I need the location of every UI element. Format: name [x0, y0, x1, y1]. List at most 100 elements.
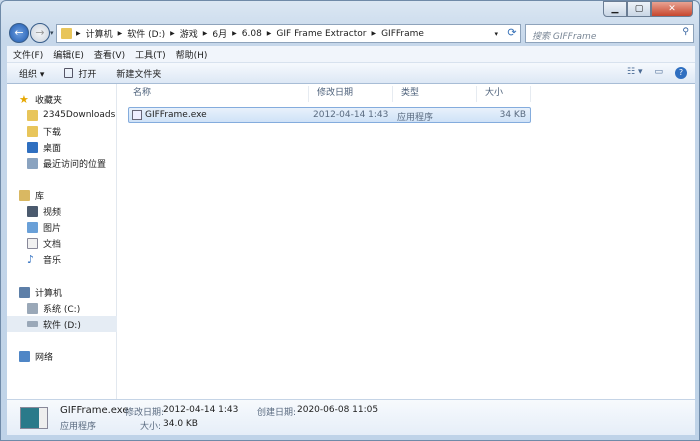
file-date: 2012-04-14 1:43: [313, 110, 389, 120]
label: 软件 (D:): [43, 320, 81, 331]
file-name: GIFFrame.exe: [145, 110, 207, 120]
close-button[interactable]: ✕: [651, 1, 693, 17]
command-bar: 组织 ▾ 打开 新建文件夹 ☷ ▾ ▭ ?: [7, 63, 695, 84]
file-size: 34 KB: [499, 110, 526, 120]
exe-icon: [132, 110, 142, 120]
explorer-window: ▁ ▢ ✕ ← → ▾ ▶ 计算机 ▶ 软件 (D:) ▶ 游戏 ▶ 6月 ▶ 6.08…: [0, 0, 700, 441]
window-controls: ▁ ▢ ✕: [603, 1, 693, 17]
view-options-icon[interactable]: ☷ ▾: [627, 67, 642, 79]
menu-tools[interactable]: 工具(T): [135, 48, 166, 61]
chevron-right-icon: ▶: [371, 30, 377, 37]
forward-button[interactable]: →: [30, 23, 50, 43]
column-header-date[interactable]: 修改日期: [309, 86, 393, 102]
network-icon: [19, 350, 30, 362]
label: 2345Downloads: [43, 110, 116, 120]
menu-edit[interactable]: 编辑(E): [53, 48, 84, 61]
sidebar-item-videos[interactable]: 视频: [27, 203, 125, 219]
chevron-right-icon: ▶: [170, 30, 175, 37]
details-size: 34.0 KB: [163, 419, 198, 429]
label: 图片: [43, 223, 62, 234]
menu-bar: 文件(F) 编辑(E) 查看(V) 工具(T) 帮助(H): [7, 46, 695, 63]
sidebar-favorites[interactable]: ★ 收藏夹: [19, 91, 117, 107]
navigation-pane: ★ 收藏夹 2345Downloads 下载 桌面 最近访问的位置 库 视频 图片…: [7, 84, 117, 399]
organize-button[interactable]: 组织 ▾: [19, 67, 44, 80]
details-modified: 2012-04-14 1:43: [163, 405, 239, 415]
column-header-name[interactable]: 名称: [125, 86, 309, 102]
sidebar-item-drive-c[interactable]: 系统 (C:): [27, 300, 125, 316]
sidebar-item-pictures[interactable]: 图片: [27, 219, 125, 235]
search-placeholder: 搜索 GIFFrame: [532, 32, 597, 42]
downloads-folder-icon: [27, 125, 38, 137]
file-row[interactable]: GIFFrame.exe 2012-04-14 1:43 应用程序 34 KB: [128, 107, 531, 123]
sidebar-item-2345downloads[interactable]: 2345Downloads: [27, 107, 125, 123]
search-input[interactable]: 搜索 GIFFrame ⚲: [525, 24, 694, 43]
details-size-label: 大小:: [140, 422, 162, 432]
label: 网络: [35, 352, 54, 363]
menu-file[interactable]: 文件(F): [13, 48, 43, 61]
address-dropdown[interactable]: ▾: [494, 30, 498, 38]
details-file-type: 应用程序: [60, 422, 97, 432]
label: 视频: [43, 207, 62, 218]
column-header-size[interactable]: 大小: [477, 86, 531, 102]
content-area: ★ 收藏夹 2345Downloads 下载 桌面 最近访问的位置 库 视频 图片…: [7, 84, 695, 399]
label: 库: [35, 191, 45, 202]
menu-view[interactable]: 查看(V): [94, 48, 125, 61]
chevron-right-icon: ▶: [76, 30, 81, 37]
label: 计算机: [35, 288, 63, 299]
video-icon: [27, 205, 38, 217]
back-button[interactable]: ←: [9, 23, 29, 43]
breadcrumb-games[interactable]: 游戏: [180, 27, 198, 40]
chevron-right-icon: ▶: [117, 30, 123, 37]
file-thumbnail-icon: [20, 407, 48, 429]
sidebar-item-music[interactable]: ♪ 音乐: [27, 251, 125, 267]
label: 桌面: [43, 143, 62, 154]
open-label: 打开: [78, 69, 97, 80]
label: 系统 (C:): [43, 304, 81, 315]
help-icon[interactable]: ?: [675, 67, 687, 79]
sidebar-item-desktop[interactable]: 桌面: [27, 139, 125, 155]
computer-icon: [19, 286, 30, 298]
preview-pane-icon[interactable]: ▭: [654, 67, 663, 79]
drive-icon: [27, 302, 38, 314]
breadcrumb-608[interactable]: 6.08: [242, 29, 262, 39]
address-bar[interactable]: ▶ 计算机 ▶ 软件 (D:) ▶ 游戏 ▶ 6月 ▶ 6.08 ▶ GIF Frame …: [56, 24, 521, 43]
new-folder-button[interactable]: 新建文件夹: [116, 67, 161, 80]
sidebar-item-drive-d[interactable]: 软件 (D:): [7, 316, 117, 332]
recent-places-icon: [27, 157, 38, 169]
label: 音乐: [43, 255, 62, 266]
details-created: 2020-06-08 11:05: [297, 405, 379, 415]
label: 最近访问的位置: [43, 159, 107, 170]
breadcrumb-gif-frame-extractor[interactable]: GIF Frame Extractor: [276, 29, 366, 39]
folder-icon: [61, 28, 72, 39]
sidebar-item-documents[interactable]: 文档: [27, 235, 125, 251]
sidebar-item-recent-places[interactable]: 最近访问的位置: [27, 155, 125, 171]
music-icon: ♪: [27, 252, 35, 266]
sidebar-libraries[interactable]: 库: [19, 187, 117, 203]
desktop-icon: [27, 141, 38, 153]
breadcrumb-drive[interactable]: 软件 (D:): [127, 27, 165, 40]
menu-help[interactable]: 帮助(H): [176, 48, 208, 61]
details-modified-label: 修改日期:: [125, 408, 165, 418]
column-header-type[interactable]: 类型: [393, 86, 477, 102]
chevron-right-icon: ▶: [202, 30, 208, 37]
sidebar-item-downloads[interactable]: 下载: [27, 123, 125, 139]
documents-icon: [27, 237, 38, 249]
label: 文档: [43, 239, 62, 250]
refresh-button[interactable]: ⟳: [503, 24, 521, 43]
breadcrumb-june[interactable]: 6月: [212, 27, 227, 40]
breadcrumb-computer[interactable]: 计算机: [86, 27, 113, 40]
file-type: 应用程序: [397, 113, 434, 123]
maximize-button[interactable]: ▢: [627, 1, 651, 17]
recent-pages-dropdown[interactable]: ▾: [50, 29, 54, 37]
details-created-label: 创建日期:: [257, 408, 297, 418]
libraries-icon: [19, 189, 30, 201]
open-button[interactable]: 打开: [64, 67, 96, 80]
sidebar-computer[interactable]: 计算机: [19, 284, 117, 300]
star-icon: ★: [19, 92, 29, 106]
minimize-button[interactable]: ▁: [603, 1, 627, 17]
chevron-right-icon: ▶: [266, 30, 272, 37]
sidebar-network[interactable]: 网络: [19, 348, 117, 364]
nav-buttons: ← → ▾: [9, 23, 54, 43]
breadcrumb-gifframe[interactable]: GIFFrame: [381, 29, 424, 39]
label: 下载: [43, 127, 62, 138]
